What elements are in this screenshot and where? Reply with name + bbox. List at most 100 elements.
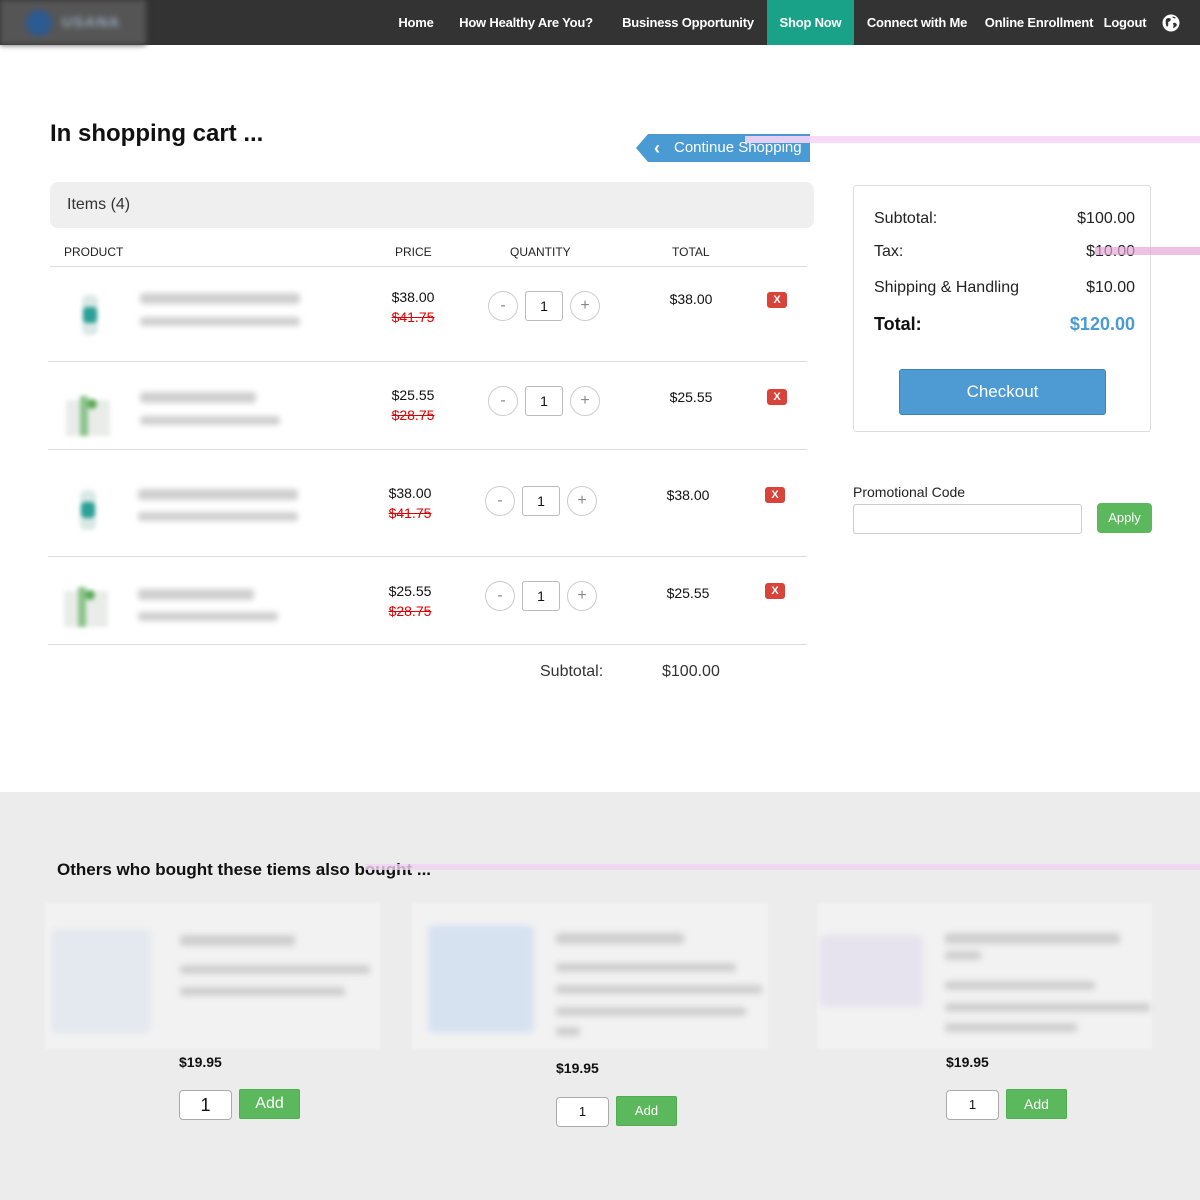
column-header-price: PRICE (395, 245, 432, 259)
nav-business-opportunity[interactable]: Business Opportunity (622, 0, 754, 45)
reco-product-image[interactable] (51, 929, 151, 1033)
remove-item-button[interactable]: X (765, 487, 785, 503)
logo-mark-icon (25, 9, 52, 36)
render-artifact (745, 136, 1200, 143)
quantity-decrease-button[interactable]: - (485, 486, 515, 516)
cart-subtotal-value: $100.00 (662, 663, 720, 680)
reco-add-button[interactable]: Add (1006, 1089, 1067, 1119)
item-old-price: $28.75 (388, 603, 432, 619)
product-details-blurred (138, 612, 278, 621)
top-nav: USANA Home How Healthy Are You? Business… (0, 0, 1200, 45)
summary-subtotal-label: Subtotal: (874, 210, 938, 227)
item-old-price: $28.75 (391, 407, 435, 423)
item-price: $38.00 (391, 289, 435, 305)
quantity-input[interactable]: 1 (525, 291, 563, 321)
item-old-price: $41.75 (388, 505, 432, 521)
item-total: $38.00 (666, 487, 710, 503)
page-title: In shopping cart ... (50, 120, 264, 147)
quantity-increase-button[interactable]: + (570, 386, 600, 416)
reco-product-name-blurred[interactable] (180, 935, 295, 946)
quantity-input[interactable]: 1 (525, 386, 563, 416)
logo-text: USANA (61, 14, 121, 31)
reco-quantity-input[interactable]: 1 (556, 1097, 609, 1127)
chevron-left-icon: ‹ (654, 138, 660, 158)
reco-product-image[interactable] (428, 925, 534, 1033)
product-image[interactable] (62, 390, 114, 440)
summary-shipping-label: Shipping & Handling (874, 279, 1019, 296)
summary-shipping-value: $10.00 (1086, 279, 1135, 296)
product-name-blurred[interactable] (138, 589, 254, 600)
product-name-blurred[interactable] (140, 392, 256, 403)
reco-product-desc-blurred (945, 1003, 1150, 1012)
reco-add-button[interactable]: Add (239, 1089, 300, 1119)
quantity-input[interactable]: 1 (522, 486, 560, 516)
reco-product-price: $19.95 (946, 1054, 989, 1070)
reco-product-desc-blurred (556, 963, 736, 972)
reco-add-button[interactable]: Add (616, 1096, 677, 1126)
item-total: $38.00 (669, 291, 713, 307)
remove-item-button[interactable]: X (767, 389, 787, 405)
nav-logout[interactable]: Logout (1100, 0, 1150, 45)
reco-product-name-blurred[interactable] (945, 933, 1120, 944)
nav-home[interactable]: Home (388, 0, 444, 45)
summary-subtotal-value: $100.00 (1077, 210, 1135, 227)
reco-product-image[interactable] (819, 935, 923, 1007)
remove-item-button[interactable]: X (767, 292, 787, 308)
remove-item-button[interactable]: X (765, 583, 785, 599)
reco-product-desc-blurred (556, 1007, 746, 1016)
product-image[interactable] (68, 484, 108, 534)
nav-how-healthy[interactable]: How Healthy Are You? (458, 0, 594, 45)
nav-connect-with-me[interactable]: Connect with Me (864, 0, 970, 45)
reco-product-desc-blurred (945, 1023, 1077, 1032)
render-artifact (1095, 247, 1200, 255)
reco-product-card[interactable] (412, 903, 768, 1049)
item-old-price: $41.75 (391, 309, 435, 325)
globe-icon[interactable] (1162, 14, 1180, 32)
item-total: $25.55 (666, 585, 710, 601)
promo-code-input[interactable] (853, 504, 1082, 534)
apply-promo-button[interactable]: Apply (1097, 503, 1152, 533)
render-artifact (365, 864, 1200, 870)
quantity-increase-button[interactable]: + (570, 291, 600, 321)
cart-row: $25.55 $28.75 - 1 + $25.55 X (48, 362, 807, 450)
reco-product-price: $19.95 (556, 1060, 599, 1076)
nav-online-enrollment[interactable]: Online Enrollment (982, 0, 1096, 45)
product-name-blurred[interactable] (140, 293, 300, 304)
reco-product-card[interactable] (817, 903, 1152, 1049)
summary-total-label: Total: (874, 314, 922, 334)
order-summary: Subtotal: $100.00 Tax: $10.00 Shipping &… (853, 185, 1151, 432)
quantity-decrease-button[interactable]: - (488, 386, 518, 416)
quantity-increase-button[interactable]: + (567, 486, 597, 516)
reco-product-name-blurred[interactable] (556, 933, 684, 944)
reco-product-desc-blurred (556, 985, 762, 994)
reco-product-desc-blurred (945, 981, 1095, 990)
nav-shop-now[interactable]: Shop Now (767, 0, 854, 45)
product-name-blurred[interactable] (138, 489, 298, 500)
product-image[interactable] (70, 289, 110, 339)
reco-quantity-input[interactable]: 1 (946, 1090, 999, 1120)
reco-quantity-input[interactable]: 1 (179, 1090, 232, 1120)
recommendations-title: Others who bought these tiems also bough… (57, 860, 432, 879)
reco-product-name-blurred (945, 951, 981, 960)
quantity-increase-button[interactable]: + (567, 581, 597, 611)
reco-product-desc-blurred (180, 987, 345, 996)
item-price: $25.55 (388, 583, 432, 599)
quantity-decrease-button[interactable]: - (485, 581, 515, 611)
product-details-blurred (140, 416, 280, 425)
column-header-total: TOTAL (672, 245, 710, 259)
item-price: $38.00 (388, 485, 432, 501)
checkout-button[interactable]: Checkout (899, 369, 1106, 415)
quantity-decrease-button[interactable]: - (488, 291, 518, 321)
quantity-input[interactable]: 1 (522, 581, 560, 611)
product-image[interactable] (60, 581, 112, 631)
cart-row: $38.00 $41.75 - 1 + $38.00 X (48, 267, 807, 362)
item-total: $25.55 (669, 389, 713, 405)
column-header-product: PRODUCT (64, 245, 124, 259)
cart-row: $38.00 $41.75 - 1 + $38.00 X (48, 450, 807, 557)
reco-product-card[interactable] (45, 903, 380, 1049)
reco-product-desc-blurred (180, 965, 370, 974)
items-count-bar: Items (4) (50, 182, 814, 228)
product-details-blurred (138, 512, 298, 521)
summary-tax-label: Tax: (874, 243, 904, 260)
logo[interactable]: USANA (0, 0, 146, 45)
